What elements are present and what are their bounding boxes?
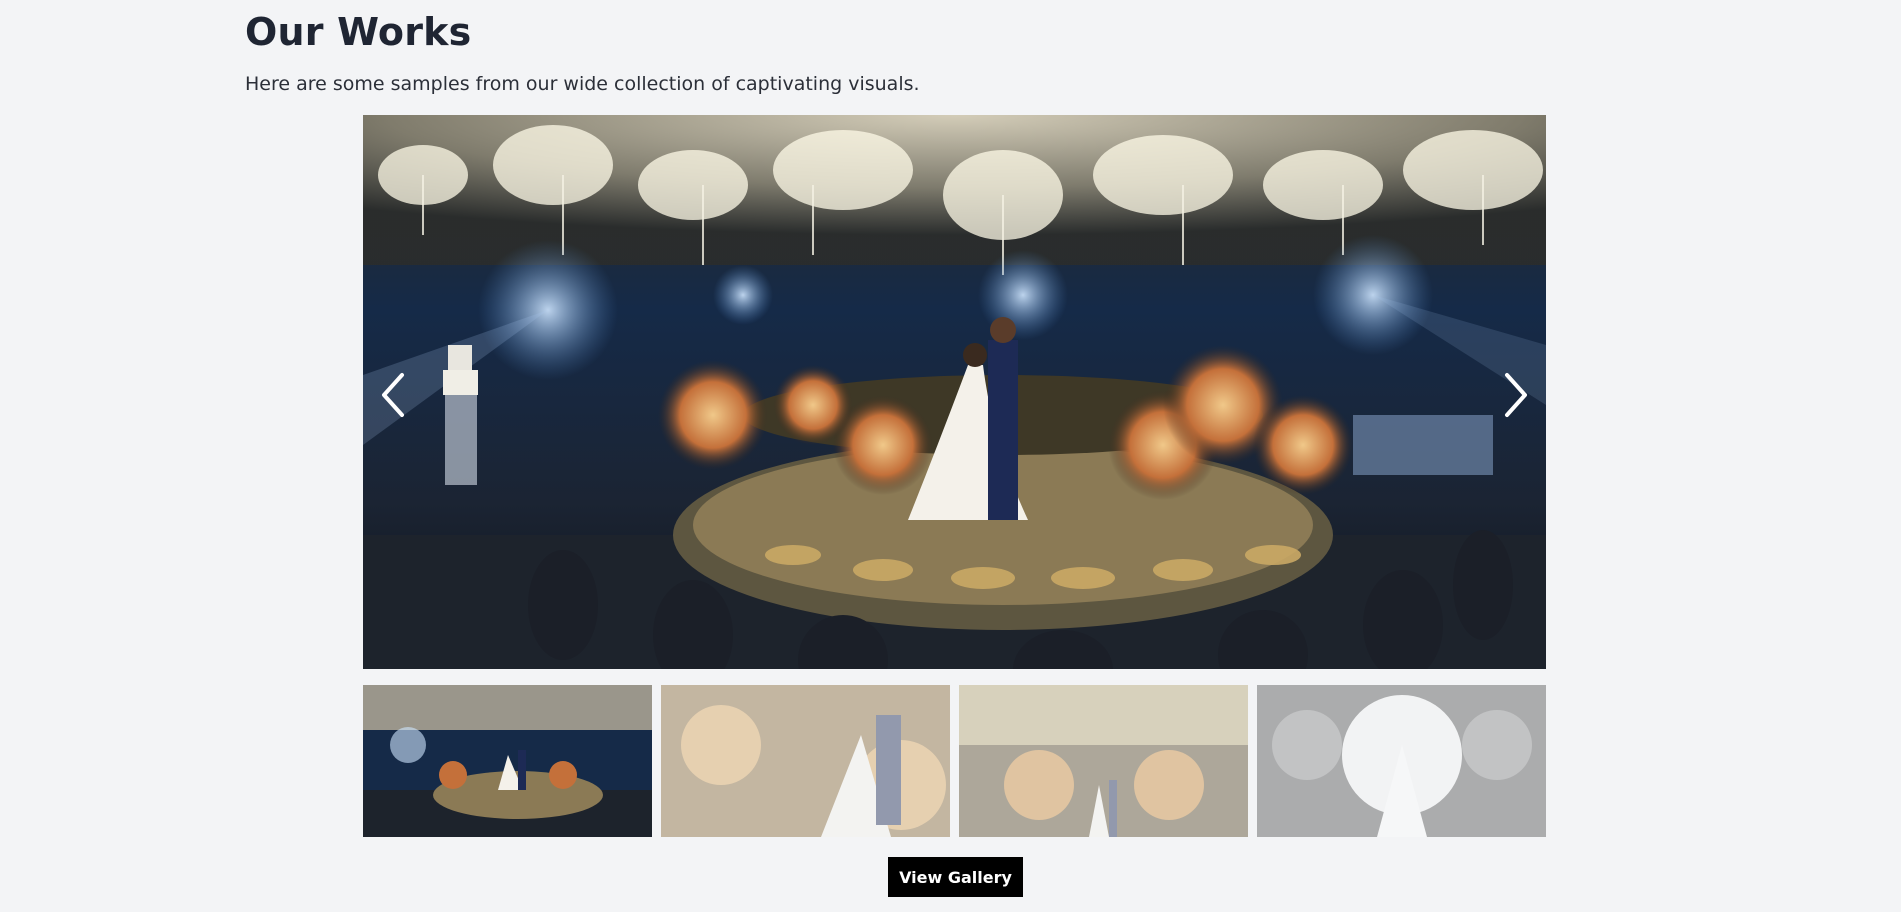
chevron-right-icon	[1505, 373, 1527, 417]
thumbnail-2[interactable]	[661, 685, 950, 837]
section-subtitle: Here are some samples from our wide coll…	[245, 73, 920, 95]
floral-stage-thumbnail-image	[959, 685, 1248, 837]
previous-slide-button[interactable]	[363, 360, 423, 430]
couple-thumbnail-image	[661, 685, 950, 837]
section-title: Our Works	[245, 10, 472, 54]
thumbnail-strip	[363, 685, 1546, 837]
view-gallery-button[interactable]: View Gallery	[888, 857, 1023, 897]
thumbnail-4[interactable]	[1257, 685, 1546, 837]
next-slide-button[interactable]	[1486, 360, 1546, 430]
main-image-slider[interactable]	[363, 115, 1546, 669]
thumbnail-1-active[interactable]	[363, 685, 652, 837]
reception-thumbnail-image	[363, 685, 652, 837]
wedding-reception-photo	[363, 115, 1546, 669]
our-works-section: Our Works Here are some samples from our…	[0, 0, 1901, 912]
chevron-left-icon	[382, 373, 404, 417]
bw-bride-thumbnail-image	[1257, 685, 1546, 837]
thumbnail-3[interactable]	[959, 685, 1248, 837]
